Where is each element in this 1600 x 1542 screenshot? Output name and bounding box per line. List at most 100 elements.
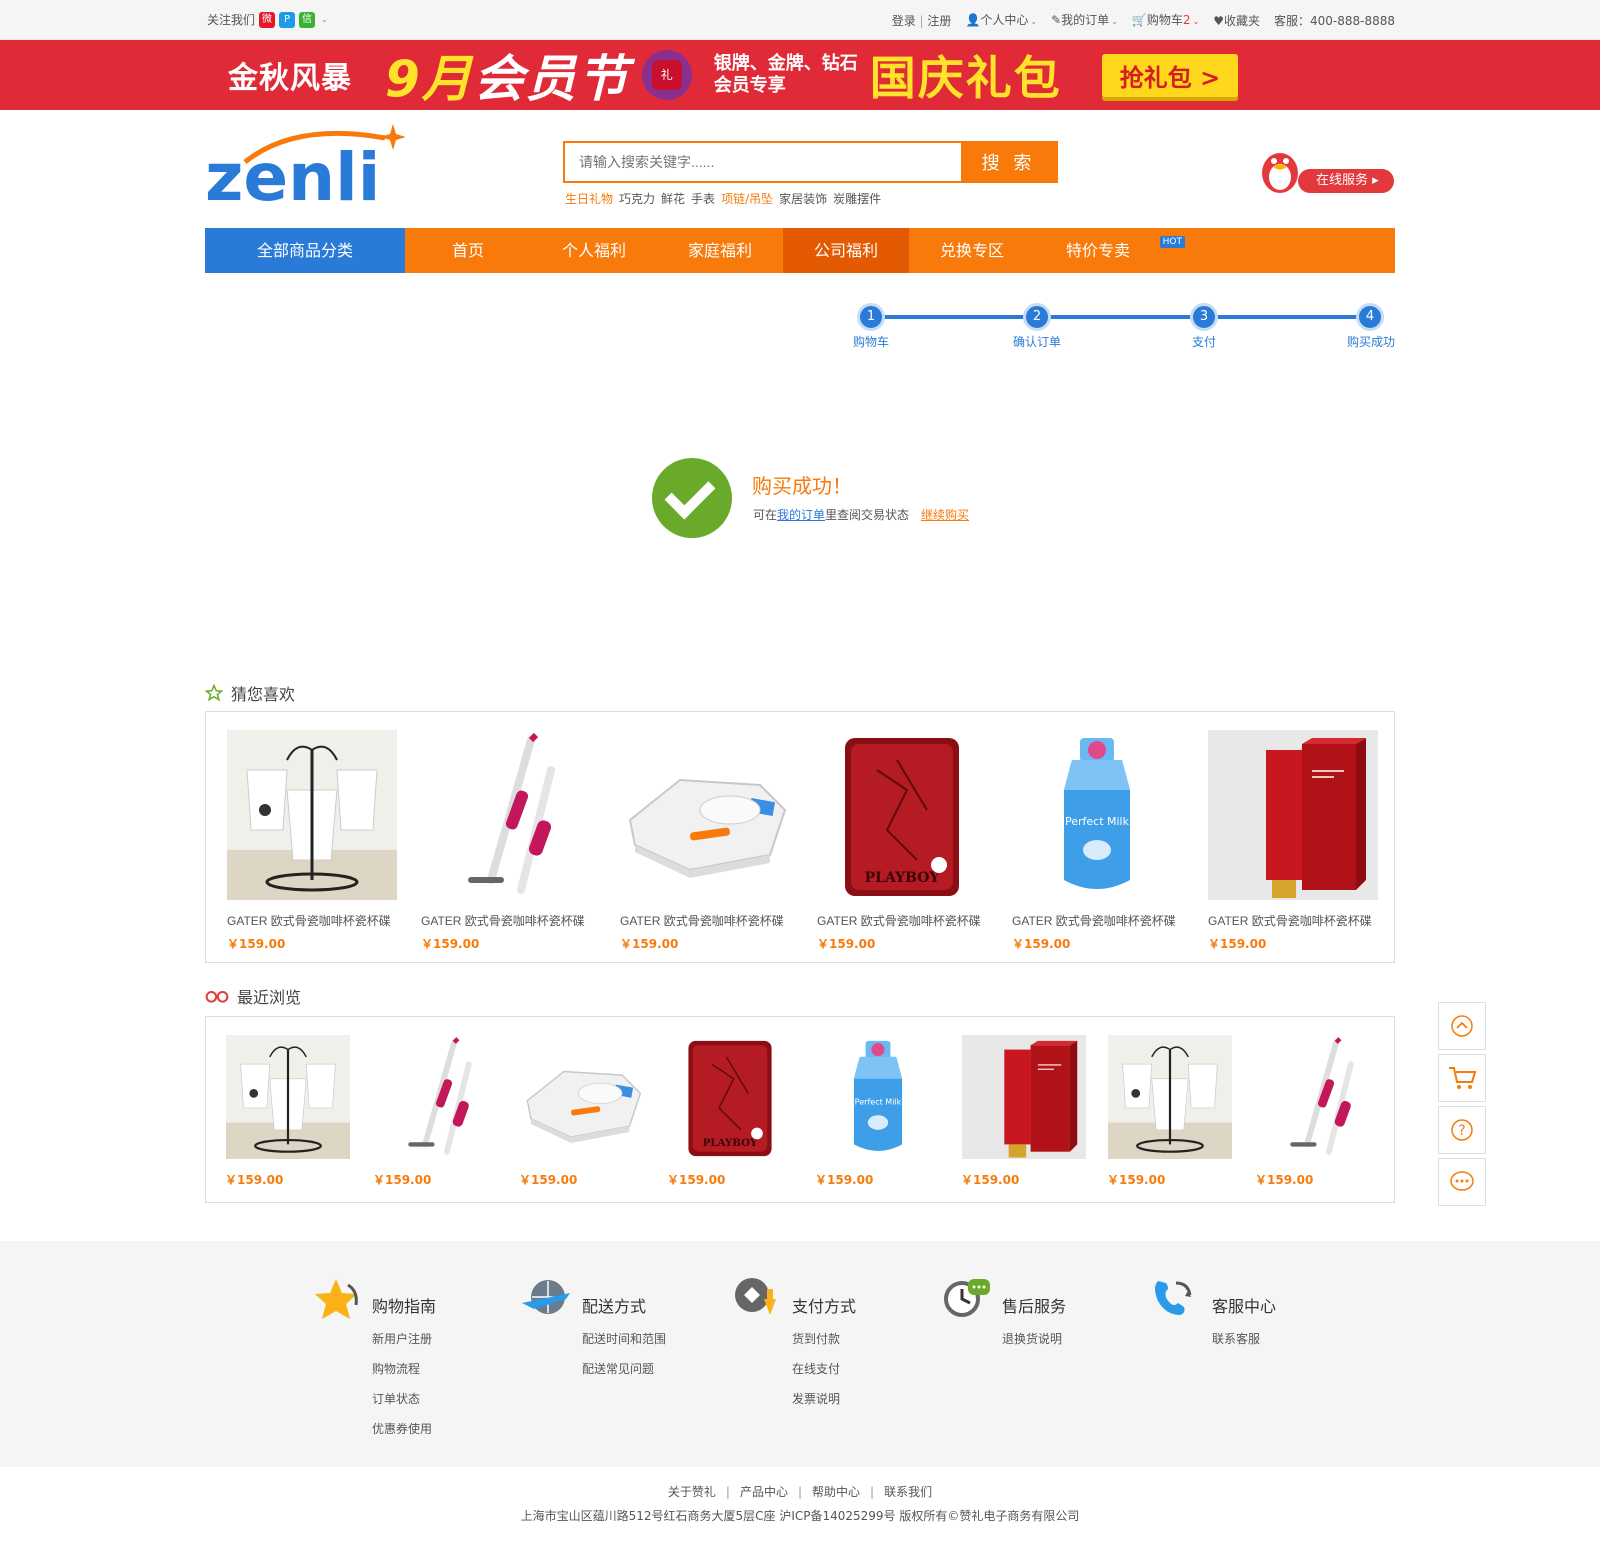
hotword-link[interactable]: 手表 xyxy=(691,190,715,207)
search-box: 搜 索 xyxy=(563,141,1058,183)
recent-products: ￥159.00 ￥159.00 ￥159.00 PLAYBOY ￥159.00 Perfe… xyxy=(205,1016,1395,1203)
product-name[interactable]: GATER 欧式骨瓷咖啡杯瓷杯碟 xyxy=(817,912,987,929)
product-name[interactable]: GATER 欧式骨瓷咖啡杯瓷杯碟 xyxy=(1208,912,1378,929)
footer-link[interactable]: 联系客服 xyxy=(1212,1331,1260,1361)
footer-link[interactable]: 优惠券使用 xyxy=(372,1421,432,1451)
product-image[interactable] xyxy=(1255,1035,1381,1159)
footer-link[interactable]: 配送常见问题 xyxy=(582,1361,666,1391)
continue-shopping-link[interactable]: 继续购买 xyxy=(921,508,969,522)
side-cart-button[interactable] xyxy=(1438,1054,1486,1102)
nav-item[interactable]: 首页 xyxy=(405,228,531,273)
recent-product-card[interactable]: Perfect Milk ￥159.00 xyxy=(815,1035,941,1188)
product-card[interactable]: Perfect Milk GATER 欧式骨瓷咖啡杯瓷杯碟 ￥159.00 xyxy=(1012,730,1182,952)
footer-bottom-link[interactable]: 联系我们 xyxy=(884,1485,932,1499)
product-card[interactable]: GATER 欧式骨瓷咖啡杯瓷杯碟 ￥159.00 xyxy=(1208,730,1378,952)
nav-item[interactable]: 个人福利 xyxy=(531,228,657,273)
recent-product-card[interactable]: ￥159.00 xyxy=(373,1035,499,1188)
footer-link[interactable]: 发票说明 xyxy=(792,1391,840,1421)
recent-product-card[interactable]: ￥159.00 xyxy=(1255,1035,1381,1188)
product-image[interactable] xyxy=(1107,1035,1233,1159)
hot-keywords: 生日礼物 巧克力 鲜花 手表 项链/吊坠 家居装饰 炭雕摆件 xyxy=(565,190,881,207)
recent-product-card[interactable]: ￥159.00 xyxy=(961,1035,1087,1188)
register-link[interactable]: 注册 xyxy=(927,14,951,28)
footer-bottom-link[interactable]: 产品中心 xyxy=(740,1485,788,1499)
hotword-link[interactable]: 生日礼物 xyxy=(565,190,613,207)
nav-item[interactable]: 家庭福利 xyxy=(657,228,783,273)
nav-item[interactable]: 特价专卖 HOT xyxy=(1035,228,1185,273)
recent-product-card[interactable]: ￥159.00 xyxy=(519,1035,645,1188)
hotword-link[interactable]: 家居装饰 xyxy=(779,190,827,207)
banner-title: 9月会员节 xyxy=(385,40,630,110)
chevron-down-icon: ⌄ xyxy=(1192,17,1200,26)
main-nav: 全部商品分类 首页 个人福利 家庭福利 公司福利 兑换专区 特价专卖 HOT xyxy=(205,228,1395,273)
product-image[interactable] xyxy=(421,730,591,900)
weibo-icon[interactable]: 微 xyxy=(259,12,276,28)
product-price: ￥159.00 xyxy=(1208,937,1267,951)
recent-product-card[interactable]: PLAYBOY ￥159.00 xyxy=(667,1035,793,1188)
hot-badge: HOT xyxy=(1159,236,1185,248)
wechat-icon[interactable]: 信 xyxy=(299,12,316,28)
promo-banner[interactable]: 金秋风暴 9月会员节 礼 银牌、金牌、钻石 会员专享 国庆礼包 抢礼包 > xyxy=(0,40,1600,110)
login-link[interactable]: 登录 xyxy=(892,14,916,28)
footer-link[interactable]: 新用户注册 xyxy=(372,1331,432,1361)
product-image[interactable]: Perfect Milk xyxy=(815,1035,941,1159)
chevron-down-icon[interactable]: ⌄ xyxy=(321,0,328,40)
svg-text:Perfect Milk: Perfect Milk xyxy=(855,1097,902,1106)
product-name[interactable]: GATER 欧式骨瓷咖啡杯瓷杯碟 xyxy=(620,912,790,929)
recent-product-card[interactable]: ￥159.00 xyxy=(1107,1035,1233,1188)
footer-link[interactable]: 退换货说明 xyxy=(1002,1331,1062,1361)
footer-bottom-link[interactable]: 关于赞礼 xyxy=(668,1485,716,1499)
footer-link[interactable]: 在线支付 xyxy=(792,1361,840,1391)
product-card[interactable]: GATER 欧式骨瓷咖啡杯瓷杯碟 ￥159.00 xyxy=(227,730,397,952)
favorites-link[interactable]: ♥收藏夹 xyxy=(1213,1,1260,41)
product-name[interactable]: GATER 欧式骨瓷咖啡杯瓷杯碟 xyxy=(1012,912,1182,929)
online-service[interactable]: 在线服务 ▸ xyxy=(1258,145,1394,197)
nav-item[interactable]: 兑换专区 xyxy=(909,228,1035,273)
footer-link[interactable]: 货到付款 xyxy=(792,1331,840,1361)
product-price: ￥159.00 xyxy=(225,1173,284,1187)
footer-link[interactable]: 配送时间和范围 xyxy=(582,1331,666,1361)
hotword-link[interactable]: 项链/吊坠 xyxy=(721,190,773,207)
cart-menu[interactable]: 🛒购物车2 ⌄ xyxy=(1132,0,1199,42)
footer-link[interactable]: 订单状态 xyxy=(372,1391,432,1421)
star-outline-icon xyxy=(205,684,223,702)
product-card[interactable]: GATER 欧式骨瓷咖啡杯瓷杯碟 ￥159.00 xyxy=(421,730,591,952)
product-image[interactable] xyxy=(620,730,790,900)
my-orders-link[interactable]: 我的订单 xyxy=(777,508,825,522)
product-card[interactable]: GATER 欧式骨瓷咖啡杯瓷杯碟 ￥159.00 xyxy=(620,730,790,952)
product-image[interactable] xyxy=(225,1035,351,1159)
all-categories-button[interactable]: 全部商品分类 xyxy=(205,228,405,273)
product-image[interactable] xyxy=(1208,730,1378,900)
gift-glyph: 礼 xyxy=(651,60,682,90)
chat-button[interactable] xyxy=(1438,1158,1486,1206)
product-image[interactable] xyxy=(373,1035,499,1159)
footer-link[interactable]: 购物流程 xyxy=(372,1361,432,1391)
recent-product-card[interactable]: ￥159.00 xyxy=(225,1035,351,1188)
search-input[interactable] xyxy=(565,143,961,181)
online-service-button[interactable]: 在线服务 ▸ xyxy=(1298,169,1394,193)
product-image[interactable]: PLAYBOY xyxy=(667,1035,793,1159)
product-image[interactable] xyxy=(519,1035,645,1159)
nav-item[interactable]: 公司福利 xyxy=(783,228,909,273)
site-logo[interactable]: zenli xyxy=(205,124,406,216)
product-price: ￥159.00 xyxy=(227,937,286,951)
product-image[interactable] xyxy=(961,1035,1087,1159)
product-card[interactable]: PLAYBOY GATER 欧式骨瓷咖啡杯瓷杯碟 ￥159.00 xyxy=(817,730,987,952)
search-button[interactable]: 搜 索 xyxy=(961,143,1056,181)
product-image[interactable] xyxy=(227,730,397,900)
my-orders-menu[interactable]: ✎我的订单 ⌄ xyxy=(1051,0,1118,42)
footer-bottom-link[interactable]: 帮助中心 xyxy=(812,1485,860,1499)
product-image[interactable]: PLAYBOY xyxy=(817,730,987,900)
product-price: ￥159.00 xyxy=(519,1173,578,1187)
hotword-link[interactable]: 巧克力 xyxy=(619,190,655,207)
product-name[interactable]: GATER 欧式骨瓷咖啡杯瓷杯碟 xyxy=(227,912,397,929)
user-center-menu[interactable]: 👤个人中心 ⌄ xyxy=(965,0,1037,42)
banner-cta-button[interactable]: 抢礼包 > xyxy=(1101,53,1239,97)
tencent-weibo-icon[interactable]: P xyxy=(279,12,296,28)
product-name[interactable]: GATER 欧式骨瓷咖啡杯瓷杯碟 xyxy=(421,912,591,929)
hotword-link[interactable]: 炭雕摆件 xyxy=(833,190,881,207)
help-button[interactable]: ? xyxy=(1438,1106,1486,1154)
back-to-top-button[interactable] xyxy=(1438,1002,1486,1050)
hotword-link[interactable]: 鲜花 xyxy=(661,190,685,207)
product-image[interactable]: Perfect Milk xyxy=(1012,730,1182,900)
